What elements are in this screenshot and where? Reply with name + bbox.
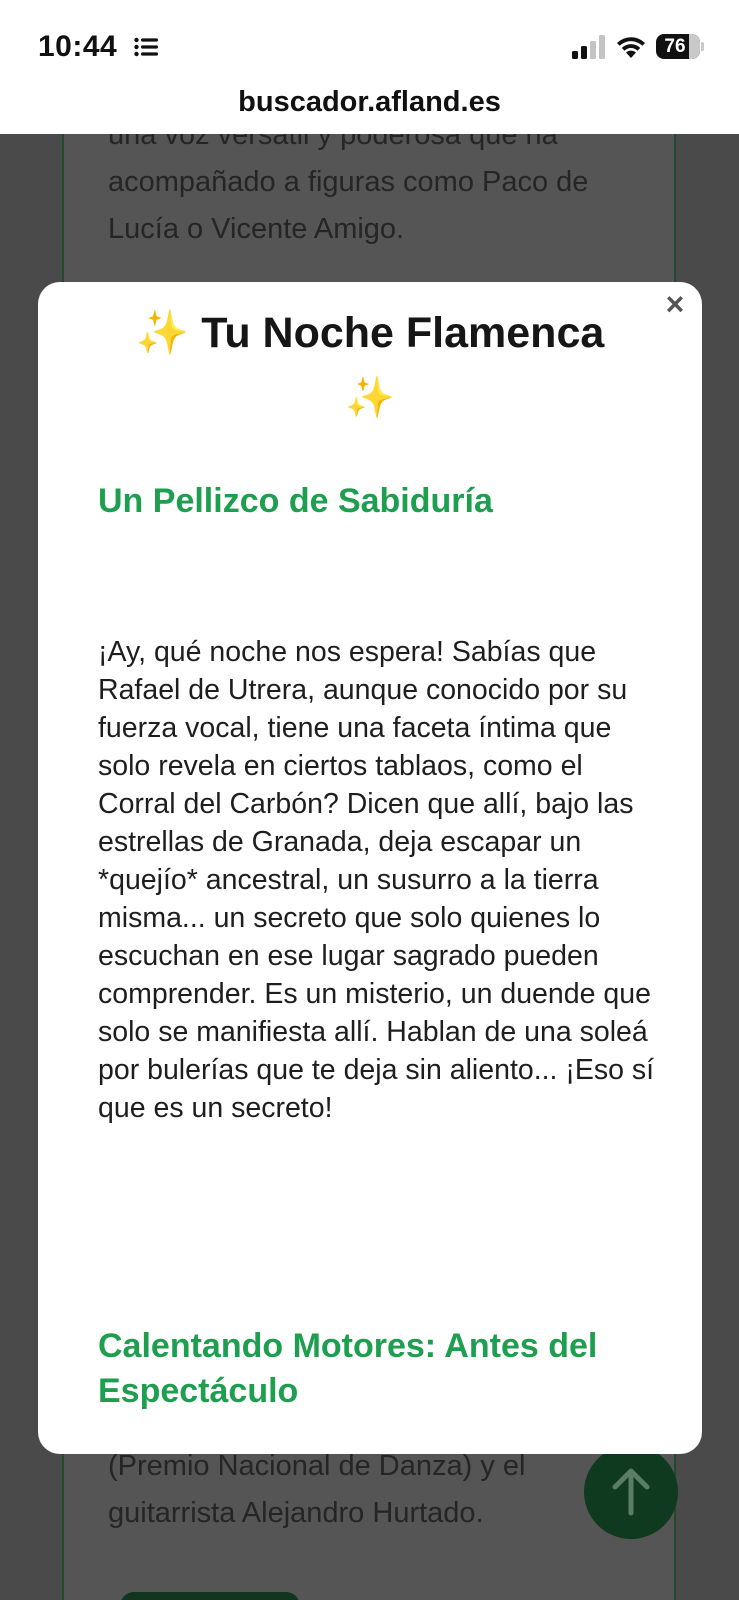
address-bar[interactable]: buscador.afland.es — [0, 82, 739, 134]
section-heading-before-show: Calentando Motores: Antes del Espectácul… — [98, 1327, 598, 1410]
battery-percent: 76 — [664, 36, 686, 57]
status-bar: 10:44 76 — [0, 0, 739, 82]
modal-title-text: Tu Noche Flamenca — [201, 309, 605, 357]
section-text-wisdom: ¡Ay, qué noche nos espera! Sabías que Ra… — [98, 636, 655, 1124]
signal-icon — [572, 35, 605, 59]
background-text-bottom: (Premio Nacional de Danza) y el guitarri… — [108, 1450, 526, 1529]
sparkles-icon: ✨ — [345, 376, 395, 420]
url-text[interactable]: buscador.afland.es — [238, 86, 501, 119]
arrow-up-icon — [612, 1468, 650, 1516]
status-time: 10:44 — [38, 30, 118, 63]
background-button — [120, 1592, 300, 1600]
wifi-icon — [617, 37, 645, 58]
flamenco-night-modal: × ✨ Tu Noche Flamenca ✨ Un Pellizco de Sa… — [38, 282, 702, 1454]
modal-title: ✨ Tu Noche Flamenca — [38, 308, 702, 358]
battery-icon: 76 — [656, 34, 704, 59]
scroll-to-top-button[interactable] — [584, 1445, 678, 1539]
section-heading-wisdom: Un Pellizco de Sabiduría — [98, 482, 493, 520]
sparkles-icon: ✨ — [135, 309, 190, 357]
list-icon — [134, 37, 158, 57]
